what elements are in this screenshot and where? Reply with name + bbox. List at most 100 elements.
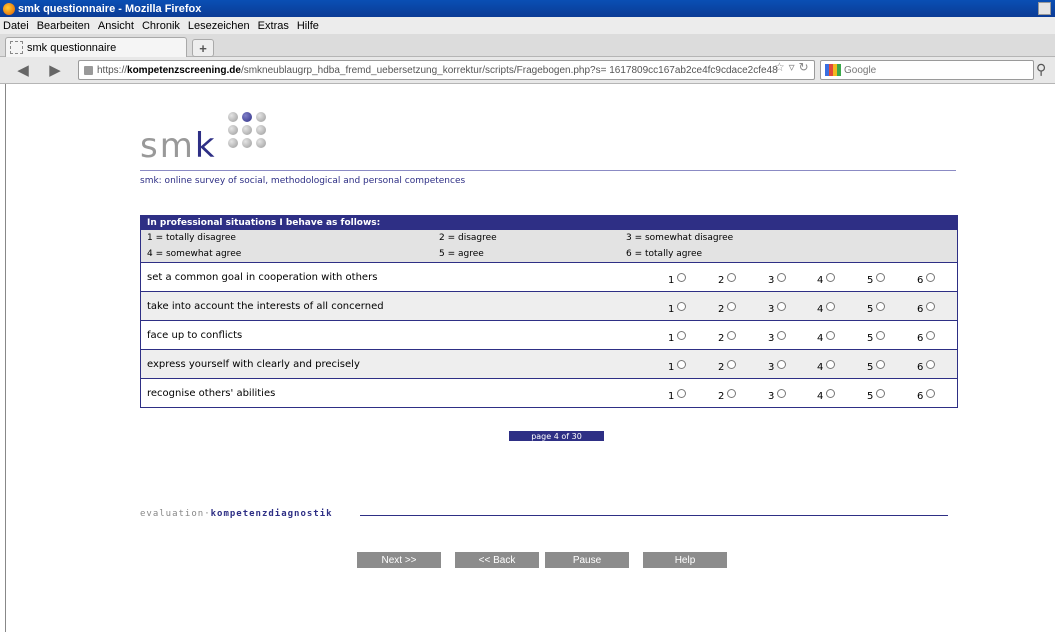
footer-divider — [360, 515, 948, 516]
help-button[interactable]: Help — [643, 552, 727, 568]
scale-number: 2 — [718, 275, 725, 286]
scale-number: 2 — [718, 362, 725, 373]
scale-option: 4 — [817, 271, 836, 286]
rating-radio-button[interactable] — [826, 272, 836, 282]
pause-button[interactable]: Pause — [545, 552, 629, 568]
scale-option: 1 — [668, 271, 687, 286]
scale-option: 2 — [718, 387, 737, 402]
footer-brand-a: evaluation — [140, 509, 205, 519]
scale-number: 4 — [817, 391, 824, 402]
scale-option: 3 — [768, 271, 787, 286]
question-heading: In professional situations I behave as f… — [141, 216, 957, 230]
dropdown-arrow-icon[interactable]: ▿ — [789, 60, 795, 74]
scale-option: 5 — [867, 300, 886, 315]
search-input[interactable]: Google — [820, 60, 1034, 80]
scale-number: 1 — [668, 362, 675, 373]
scale-number: 6 — [917, 275, 924, 286]
rating-radio-button[interactable] — [926, 330, 936, 340]
scale-number: 4 — [817, 275, 824, 286]
rating-radio-button[interactable] — [926, 272, 936, 282]
address-bar[interactable]: https://kompetenzscreening.de/smkneublau… — [78, 60, 815, 80]
scale-option: 4 — [817, 300, 836, 315]
logo-accent-letter: k — [194, 126, 217, 166]
tab-smk-questionnaire[interactable]: smk questionnaire — [5, 37, 187, 57]
scale-number: 4 — [817, 362, 824, 373]
new-tab-button[interactable]: + — [192, 39, 214, 57]
rating-radio-button[interactable] — [727, 301, 737, 311]
scale-option: 1 — [668, 300, 687, 315]
rating-radio-button[interactable] — [677, 301, 687, 311]
reload-icon[interactable]: ↻ — [798, 60, 808, 74]
scale-number: 4 — [817, 304, 824, 315]
rating-radio-button[interactable] — [727, 388, 737, 398]
scale-number: 6 — [917, 391, 924, 402]
rating-radio-button[interactable] — [677, 272, 687, 282]
window-titlebar: smk questionnaire - Mozilla Firefox — [0, 0, 1055, 17]
scale-number: 1 — [668, 275, 675, 286]
rating-radio-button[interactable] — [777, 330, 787, 340]
rating-radio-button[interactable] — [727, 330, 737, 340]
back-button[interactable]: << Back — [455, 552, 539, 568]
forward-arrow-icon[interactable]: ▶ — [46, 61, 64, 79]
menu-bearbeiten[interactable]: Bearbeiten — [37, 20, 90, 32]
question-item-text: face up to conflicts — [147, 330, 243, 341]
rating-radio-button[interactable] — [876, 388, 886, 398]
scale-number: 5 — [867, 304, 874, 315]
rating-radio-button[interactable] — [677, 388, 687, 398]
rating-radio-button[interactable] — [677, 330, 687, 340]
menu-hilfe[interactable]: Hilfe — [297, 20, 319, 32]
navigation-bar: ◀ ▶ https://kompetenzscreening.de/smkneu… — [0, 57, 1055, 84]
rating-radio-button[interactable] — [926, 388, 936, 398]
rating-radio-button[interactable] — [777, 388, 787, 398]
rating-radio-button[interactable] — [777, 301, 787, 311]
scale-legend: 1 = totally disagree 2 = disagree 3 = so… — [141, 230, 957, 262]
question-row: set a common goal in cooperation with ot… — [141, 262, 957, 291]
rating-radio-button[interactable] — [876, 301, 886, 311]
scale-option: 5 — [867, 329, 886, 344]
menu-ansicht[interactable]: Ansicht — [98, 20, 134, 32]
rating-radio-button[interactable] — [727, 359, 737, 369]
rating-radio-button[interactable] — [876, 359, 886, 369]
bookmark-star-icon[interactable]: ☆ — [774, 60, 785, 74]
next-button[interactable]: Next >> — [357, 552, 441, 568]
rating-radio-button[interactable] — [727, 272, 737, 282]
scale-option: 6 — [917, 329, 936, 344]
rating-radio-button[interactable] — [826, 388, 836, 398]
scale-number: 6 — [917, 362, 924, 373]
scale-number: 2 — [718, 391, 725, 402]
question-item-text: recognise others' abilities — [147, 388, 276, 399]
scale-number: 1 — [668, 333, 675, 344]
menu-datei[interactable]: Datei — [3, 20, 29, 32]
question-item-text: express yourself with clearly and precis… — [147, 359, 360, 370]
search-icon[interactable]: ⚲ — [1036, 62, 1046, 78]
scale-number: 6 — [917, 333, 924, 344]
scale-option: 3 — [768, 387, 787, 402]
question-item-text: take into account the interests of all c… — [147, 301, 384, 312]
minimize-button[interactable] — [1038, 2, 1051, 15]
scale-option: 1 — [668, 358, 687, 373]
rating-radio-button[interactable] — [876, 272, 886, 282]
menu-chronik[interactable]: Chronik — [142, 20, 180, 32]
rating-radio-button[interactable] — [826, 359, 836, 369]
legend-item: 5 = agree — [439, 249, 484, 259]
scale-number: 5 — [867, 275, 874, 286]
menu-lesezeichen[interactable]: Lesezeichen — [188, 20, 250, 32]
rating-radio-button[interactable] — [677, 359, 687, 369]
legend-item: 2 = disagree — [439, 233, 497, 243]
scale-option: 6 — [917, 271, 936, 286]
scale-option: 6 — [917, 300, 936, 315]
rating-radio-button[interactable] — [876, 330, 886, 340]
rating-radio-button[interactable] — [777, 272, 787, 282]
menu-extras[interactable]: Extras — [258, 20, 289, 32]
question-block: In professional situations I behave as f… — [140, 215, 958, 408]
footer-brand-b: kompetenzdiagnostik — [210, 509, 333, 519]
rating-radio-button[interactable] — [926, 359, 936, 369]
rating-radio-button[interactable] — [826, 330, 836, 340]
window-title: smk questionnaire - Mozilla Firefox — [18, 2, 202, 15]
scale-option: 3 — [768, 300, 787, 315]
back-arrow-icon[interactable]: ◀ — [14, 61, 32, 79]
rating-radio-button[interactable] — [926, 301, 936, 311]
rating-radio-button[interactable] — [777, 359, 787, 369]
rating-radio-button[interactable] — [826, 301, 836, 311]
header-divider — [140, 170, 956, 171]
